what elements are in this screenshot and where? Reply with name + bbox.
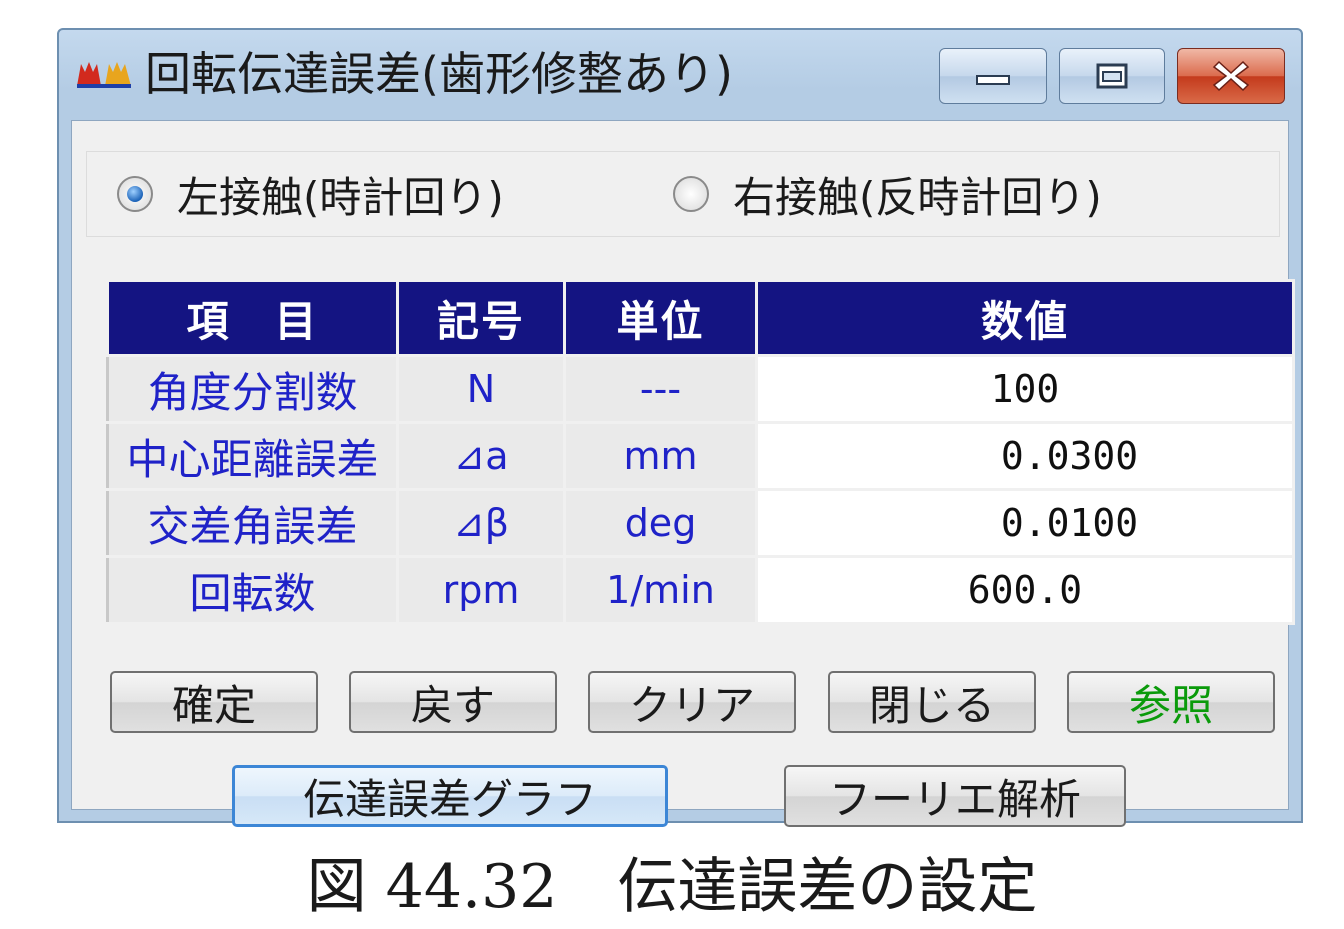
row-unit: ---: [563, 354, 758, 424]
reference-button[interactable]: 参照: [1067, 671, 1275, 733]
clear-button[interactable]: クリア: [588, 671, 796, 733]
transmission-error-graph-button[interactable]: 伝達誤差グラフ: [232, 765, 668, 827]
close-window-button[interactable]: [1177, 48, 1285, 104]
app-gear-icon: [77, 62, 131, 88]
header-value: 数値: [755, 279, 1295, 357]
row-symbol: ⊿a: [396, 421, 566, 491]
row-item: 回転数: [106, 555, 399, 625]
radio-right-contact[interactable]: 右接触(反時計回り): [673, 166, 1102, 222]
header-item: 項 目: [106, 279, 399, 357]
dialog-client-area: 左接触(時計回り) 右接触(反時計回り) 項 目 記号 単位 数値 角度分割数 …: [71, 120, 1295, 827]
row-item: 交差角誤差: [106, 488, 399, 558]
window-title: 回転伝達誤差(歯形修整あり): [145, 47, 733, 101]
parameter-table: 項 目 記号 単位 数値 角度分割数 N --- 100 中心距離誤差 ⊿a m…: [106, 279, 1295, 625]
row-item: 角度分割数: [106, 354, 399, 424]
angle-division-value-cell[interactable]: 100: [755, 354, 1295, 424]
header-symbol: 記号: [396, 279, 566, 357]
close-button[interactable]: 閉じる: [828, 671, 1036, 733]
table-row: 角度分割数 N --- 100: [106, 354, 1295, 424]
back-button[interactable]: 戻す: [349, 671, 557, 733]
contact-direction-group: 左接触(時計回り) 右接触(反時計回り): [86, 151, 1280, 237]
close-icon: [1212, 60, 1250, 92]
title-bar[interactable]: 回転伝達誤差(歯形修整あり): [59, 30, 1301, 118]
fourier-analysis-button[interactable]: フーリエ解析: [784, 765, 1126, 827]
row-item: 中心距離誤差: [106, 421, 399, 491]
crossing-angle-error-value-cell[interactable]: 0.0100: [755, 488, 1295, 558]
row-unit: 1/min: [563, 555, 758, 625]
row-symbol: ⊿β: [396, 488, 566, 558]
table-header-row: 項 目 記号 単位 数値: [106, 279, 1295, 357]
row-unit: mm: [563, 421, 758, 491]
dialog-window: 回転伝達誤差(歯形修整あり) 左接触(時計回り) 右接触(反時計回り) 項 目 …: [57, 28, 1303, 827]
table-row: 交差角誤差 ⊿β deg 0.0100: [106, 488, 1295, 558]
radio-left-contact[interactable]: 左接触(時計回り): [117, 166, 504, 222]
header-unit: 単位: [563, 279, 758, 357]
table-row: 回転数 rpm 1/min 600.0: [106, 555, 1295, 625]
center-distance-error-value-cell[interactable]: 0.0300: [755, 421, 1295, 491]
maximize-icon: [1096, 63, 1128, 89]
row-symbol: rpm: [396, 555, 566, 625]
rotation-speed-value-cell[interactable]: 600.0: [755, 555, 1295, 625]
figure-caption: 図 44.32 伝達誤差の設定: [306, 852, 1038, 922]
row-unit: deg: [563, 488, 758, 558]
radio-checked-icon: [117, 176, 153, 212]
table-row: 中心距離誤差 ⊿a mm 0.0300: [106, 421, 1295, 491]
row-symbol: N: [396, 354, 566, 424]
minimize-button[interactable]: [939, 48, 1047, 104]
radio-left-label: 左接触(時計回り): [177, 172, 504, 222]
maximize-button[interactable]: [1059, 48, 1165, 104]
confirm-button[interactable]: 確定: [110, 671, 318, 733]
radio-right-label: 右接触(反時計回り): [733, 172, 1102, 222]
radio-unchecked-icon: [673, 176, 709, 212]
minimize-icon: [976, 75, 1010, 85]
